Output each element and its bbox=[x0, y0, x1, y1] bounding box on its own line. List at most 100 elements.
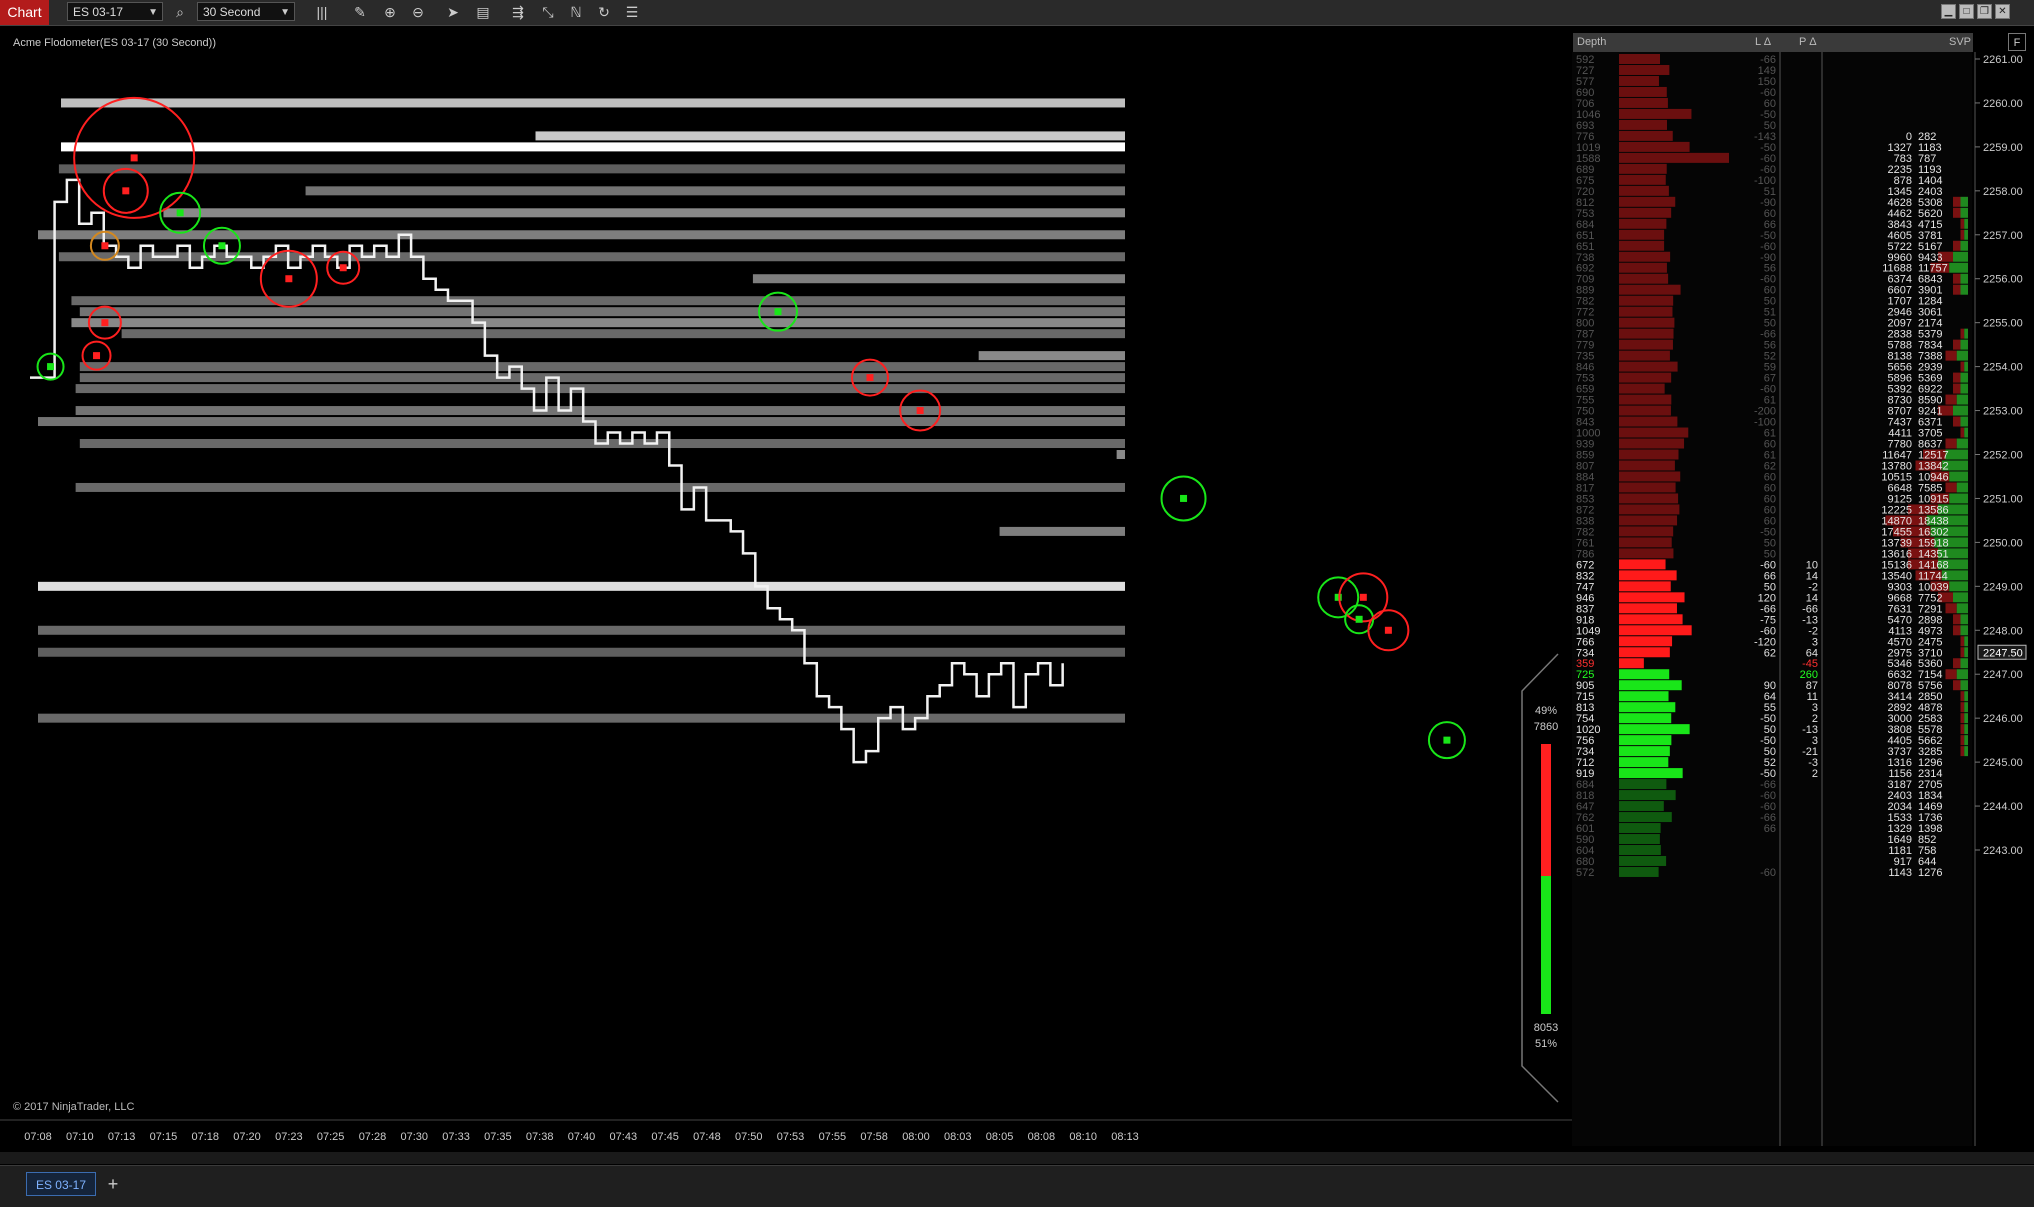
svp-bar-buy bbox=[1956, 603, 1968, 614]
l-delta-header: L Δ bbox=[1755, 36, 1772, 48]
list-icon[interactable]: ☰ bbox=[622, 2, 642, 22]
maximize-button[interactable]: □ bbox=[1959, 4, 1974, 19]
depth-bar bbox=[1619, 504, 1680, 515]
depth-bar bbox=[1619, 141, 1690, 152]
interval-selector[interactable]: 30 Second ▼ bbox=[197, 2, 295, 21]
price-label: 2248.00 bbox=[1983, 625, 2023, 637]
current-price-label: 2247.50 bbox=[1983, 647, 2023, 659]
depth-bar bbox=[1619, 427, 1689, 438]
svp-bar-sell bbox=[1960, 636, 1965, 647]
depth-bar bbox=[1619, 493, 1679, 504]
svp-bar-buy bbox=[1953, 405, 1968, 416]
restore-button[interactable]: ❐ bbox=[1977, 4, 1992, 19]
heatmap-band bbox=[163, 208, 1125, 218]
depth-bar bbox=[1619, 119, 1668, 130]
chart-panel[interactable]: 592 -66727 149577 150690 -60706 601046 -50693 5… bbox=[0, 26, 2034, 1166]
search-icon[interactable]: ⌕ bbox=[170, 2, 190, 22]
marker-dot bbox=[1443, 736, 1451, 744]
f-button[interactable]: F bbox=[2008, 33, 2026, 51]
price-label: 2246.00 bbox=[1983, 713, 2023, 725]
properties-icon[interactable]: ▤ bbox=[473, 2, 493, 22]
heatmap-band bbox=[121, 329, 1126, 339]
price-label: 2243.00 bbox=[1983, 845, 2023, 857]
price-label: 2249.00 bbox=[1983, 581, 2023, 593]
time-label: 07:08 bbox=[24, 1131, 52, 1143]
time-label: 07:38 bbox=[526, 1131, 554, 1143]
bar-type-icon[interactable]: ||| bbox=[312, 2, 332, 22]
reload-icon[interactable]: ↻ bbox=[594, 2, 614, 22]
heatmap-band bbox=[535, 131, 1125, 141]
svp-bar-sell bbox=[1960, 427, 1965, 438]
svp-bar-sell bbox=[1953, 196, 1961, 207]
svp-bar-sell bbox=[1945, 669, 1957, 680]
chart-title: Acme Flodometer(ES 03-17 (30 Second)) bbox=[13, 37, 216, 49]
pencil-icon[interactable]: ✎ bbox=[350, 2, 370, 22]
depth-bar bbox=[1619, 603, 1677, 614]
svp-bar-buy bbox=[1960, 196, 1968, 207]
pointer-icon[interactable]: ➤ bbox=[443, 2, 463, 22]
marker-dot bbox=[1355, 615, 1363, 623]
time-label: 07:50 bbox=[735, 1131, 763, 1143]
svp-bar-buy bbox=[1964, 328, 1968, 339]
time-label: 07:30 bbox=[401, 1131, 429, 1143]
instrument-selector[interactable]: ES 03-17 ▼ bbox=[67, 2, 163, 21]
depth-l-delta: -60 bbox=[1760, 867, 1776, 879]
svp-bar-buy bbox=[1960, 273, 1968, 284]
time-label: 07:18 bbox=[191, 1131, 219, 1143]
indicator-icon[interactable]: ⤡ bbox=[538, 2, 558, 22]
zoom-in-icon[interactable]: ⊕ bbox=[380, 2, 400, 22]
zoom-out-icon[interactable]: ⊖ bbox=[408, 2, 428, 22]
depth-bar bbox=[1619, 273, 1669, 284]
time-label: 07:25 bbox=[317, 1131, 345, 1143]
depth-bar bbox=[1619, 394, 1672, 405]
chart-menu-button[interactable]: Chart bbox=[0, 0, 49, 25]
marker-dot bbox=[47, 363, 55, 371]
depth-bar bbox=[1619, 658, 1644, 669]
depth-bar bbox=[1619, 416, 1678, 427]
svp-bar-sell bbox=[1960, 691, 1965, 702]
depth-header-label: Depth bbox=[1577, 36, 1607, 48]
strategy-icon[interactable]: ⇶ bbox=[508, 2, 528, 22]
svp-bar-sell bbox=[1953, 372, 1961, 383]
draw-icon[interactable]: ℕ bbox=[566, 2, 586, 22]
price-label: 2259.00 bbox=[1983, 142, 2023, 154]
svp-bar-sell bbox=[1960, 724, 1965, 735]
chart-toolbar: Chart ES 03-17 ▼ ⌕ 30 Second ▼ ||| ✎ ⊕ ⊖ ➤… bbox=[0, 0, 2034, 26]
price-label: 2257.00 bbox=[1983, 230, 2023, 242]
svp-bar-buy bbox=[1964, 361, 1968, 372]
depth-bar bbox=[1619, 207, 1672, 218]
price-label: 2260.00 bbox=[1983, 98, 2023, 110]
interval-value: 30 Second bbox=[203, 5, 261, 19]
depth-bar bbox=[1619, 746, 1670, 757]
heatmap-band bbox=[79, 362, 1125, 372]
svp-bar-buy bbox=[1956, 669, 1968, 680]
tab-es-03-17[interactable]: ES 03-17 bbox=[26, 1172, 96, 1196]
time-label: 07:53 bbox=[777, 1131, 805, 1143]
svp-bid-volume: 1143 bbox=[1888, 867, 1912, 879]
p-delta-header: P Δ bbox=[1799, 36, 1817, 48]
depth-bar bbox=[1619, 339, 1673, 350]
depth-bar bbox=[1619, 790, 1676, 801]
svp-ask-volume: 1276 bbox=[1918, 867, 1942, 879]
depth-bar bbox=[1619, 515, 1678, 526]
time-label: 07:15 bbox=[150, 1131, 178, 1143]
depth-bar bbox=[1619, 735, 1672, 746]
depth-bar bbox=[1619, 372, 1672, 383]
svp-bar-buy bbox=[1949, 581, 1968, 592]
depth-bar bbox=[1619, 482, 1676, 493]
add-tab-button[interactable]: + bbox=[102, 1172, 124, 1196]
depth-bar bbox=[1619, 559, 1666, 570]
close-button[interactable]: ✕ bbox=[1995, 4, 2010, 19]
svp-bar-sell bbox=[1953, 416, 1961, 427]
svp-bar-buy bbox=[1949, 493, 1968, 504]
imbalance-top-pct: 49% bbox=[1535, 705, 1557, 717]
horizontal-scrollbar bbox=[0, 1152, 2034, 1164]
minimize-button[interactable]: ▁ bbox=[1941, 4, 1956, 19]
svp-bar-buy bbox=[1964, 427, 1968, 438]
svp-bar-buy bbox=[1964, 691, 1968, 702]
svp-bar-sell bbox=[1945, 482, 1957, 493]
price-label: 2258.00 bbox=[1983, 186, 2023, 198]
time-label: 07:20 bbox=[233, 1131, 261, 1143]
depth-bar bbox=[1619, 86, 1667, 97]
time-label: 07:55 bbox=[819, 1131, 847, 1143]
